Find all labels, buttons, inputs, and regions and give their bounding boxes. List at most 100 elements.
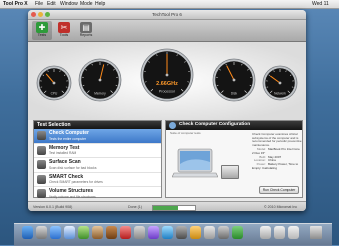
- gauge-hub: [166, 74, 169, 77]
- iphoto-icon[interactable]: [162, 226, 173, 239]
- volume-icon: [37, 189, 46, 198]
- toolbar-tests-label: Tests: [32, 33, 52, 38]
- address-book-icon[interactable]: [92, 226, 103, 239]
- detail-title: Check Computer Configuration: [179, 122, 250, 127]
- test-item-title: Memory Test: [49, 145, 79, 151]
- test-detail-panel: Check Computer Configuration Suite of co…: [165, 120, 303, 198]
- techtool-icon[interactable]: [232, 226, 243, 239]
- status-label: Done (1): [128, 202, 142, 211]
- memory-gauge: Memory: [78, 58, 122, 102]
- toolbar-reports-label: Reports: [76, 33, 96, 38]
- copyright-label: © 2010 Micromat Inc: [264, 202, 297, 211]
- finder-icon[interactable]: [22, 226, 33, 239]
- documents-stack-icon[interactable]: [260, 226, 271, 239]
- disk-icon: [37, 160, 46, 169]
- toolbar: ✚ Tests ✂ Tools ▤ Reports: [28, 20, 306, 42]
- menu-clock: Wed 11: [312, 0, 329, 8]
- trash-icon[interactable]: [310, 226, 322, 239]
- test-item-title: SMART Check: [49, 174, 83, 180]
- network-gauge: Network: [262, 65, 298, 101]
- gauge-reading: 2.66GHz: [156, 81, 178, 87]
- gauge-label: Processor: [159, 90, 176, 94]
- test-item-title: Check Computer: [49, 130, 89, 136]
- status-bar: Version 6.0.1 (Build 908) Done (1) © 201…: [28, 201, 306, 211]
- imovie-icon[interactable]: [176, 226, 187, 239]
- minimize-button[interactable]: [38, 12, 43, 17]
- toolbar-tests-button[interactable]: ✚ Tests: [32, 21, 52, 40]
- test-item-subtitle: Verify volume and file structures: [49, 195, 96, 199]
- close-button[interactable]: [31, 12, 36, 17]
- preview-icon[interactable]: [134, 226, 145, 239]
- menu-mode[interactable]: Mode: [80, 0, 93, 8]
- test-item-subtitle: Check SMART parameters for drives: [49, 180, 103, 184]
- test-item-title: Volume Structures: [49, 188, 93, 194]
- detail-subtitle: Suite of computer tests: [170, 131, 201, 135]
- progress-fill: [153, 206, 178, 210]
- processor-gauge: 2.66GHz Processor: [140, 48, 194, 102]
- downloads-stack-icon[interactable]: [274, 226, 285, 239]
- detail-description: Check Computer examines critical subsyst…: [252, 133, 302, 147]
- dashboard-icon[interactable]: [36, 226, 47, 239]
- drive-image: [221, 165, 239, 179]
- menu-file[interactable]: File: [35, 0, 43, 8]
- run-check-computer-button[interactable]: Run Check Computer: [259, 186, 299, 194]
- system-preferences-icon[interactable]: [218, 226, 229, 239]
- window-titlebar: TechTool Pro 6: [28, 10, 306, 20]
- calendar-icon[interactable]: [120, 226, 131, 239]
- test-item-subtitle: Test installed RAM: [49, 151, 76, 155]
- gauge-label: CPU: [51, 92, 58, 96]
- test-item-subtitle: Scan disk surface for bad blocks: [49, 166, 96, 170]
- applications-stack-icon[interactable]: [288, 226, 299, 239]
- toolbar-reports-button[interactable]: ▤ Reports: [76, 21, 96, 40]
- test-item-check-computer[interactable]: Check Computer Tests the entire computer: [34, 129, 161, 144]
- laptop-icon: [172, 148, 218, 180]
- safari-icon[interactable]: [64, 226, 75, 239]
- computer-icon: [37, 131, 46, 140]
- test-item-subtitle: Tests the entire computer: [49, 137, 86, 141]
- test-item-smart-check[interactable]: SMART Check Check SMART parameters for d…: [34, 173, 161, 188]
- gauge-hub: [99, 79, 102, 82]
- app-window: TechTool Pro 6 ✚ Tests ✂ Tools ▤ Reports…: [28, 10, 306, 211]
- menu-window[interactable]: Window: [60, 0, 78, 8]
- gauge-label: Disk: [231, 91, 238, 95]
- zoom-button[interactable]: [45, 12, 50, 17]
- ichat-icon[interactable]: [78, 226, 89, 239]
- gauge-hub: [233, 79, 236, 82]
- gauge-label: Network: [274, 92, 286, 96]
- test-item-volume-structures[interactable]: Volume Structures Verify volume and file…: [34, 187, 161, 201]
- ical-icon[interactable]: [106, 226, 117, 239]
- gauge-hub: [53, 82, 56, 85]
- gauge-label: Memory: [94, 91, 106, 95]
- menu-edit[interactable]: Edit: [47, 0, 56, 8]
- test-item-memory[interactable]: Memory Test Test installed RAM: [34, 144, 161, 159]
- menu-app-name[interactable]: Tool Pro X: [3, 0, 28, 8]
- cpu-gauge: CPU: [36, 65, 72, 101]
- info-icon: [169, 122, 176, 129]
- drive-icon: [37, 175, 46, 184]
- test-selection-header: Test Selection: [34, 121, 161, 129]
- spec-row: Power:Battery Power, Time to Empty: Calc…: [252, 163, 302, 171]
- gauge-hub: [279, 82, 282, 85]
- test-selection-panel: Test Selection Check Computer Tests the …: [33, 120, 162, 198]
- mail-icon[interactable]: [50, 226, 61, 239]
- memory-icon: [37, 146, 46, 155]
- version-label: Version 6.0.1 (Build 908): [33, 202, 72, 211]
- reports-icon: ▤: [80, 22, 92, 33]
- tools-icon: ✂: [58, 22, 70, 33]
- menu-bar: Tool Pro X File Edit Window Mode Help We…: [0, 0, 339, 9]
- window-title: TechTool Pro 6: [152, 12, 182, 17]
- test-item-title: Surface Scan: [49, 159, 81, 165]
- computer-specs: Model:MacBook Pro Intel Core 2 Duo 15" B…: [252, 148, 302, 171]
- time-machine-icon[interactable]: [204, 226, 215, 239]
- dock: [14, 223, 332, 246]
- disk-gauge: Disk: [212, 58, 256, 102]
- toolbar-tools-button[interactable]: ✂ Tools: [54, 21, 74, 40]
- menu-help[interactable]: Help: [95, 0, 105, 8]
- test-item-surface-scan[interactable]: Surface Scan Scan disk surface for bad b…: [34, 158, 161, 173]
- gauge-panel: CPU Memory 2.66GHz Processor Disk Network: [28, 42, 306, 120]
- toolbar-tools-label: Tools: [54, 33, 74, 38]
- garageband-icon[interactable]: [190, 226, 201, 239]
- itunes-icon[interactable]: [148, 226, 159, 239]
- detail-header: Check Computer Configuration: [166, 121, 302, 130]
- progress-bar: [152, 205, 196, 211]
